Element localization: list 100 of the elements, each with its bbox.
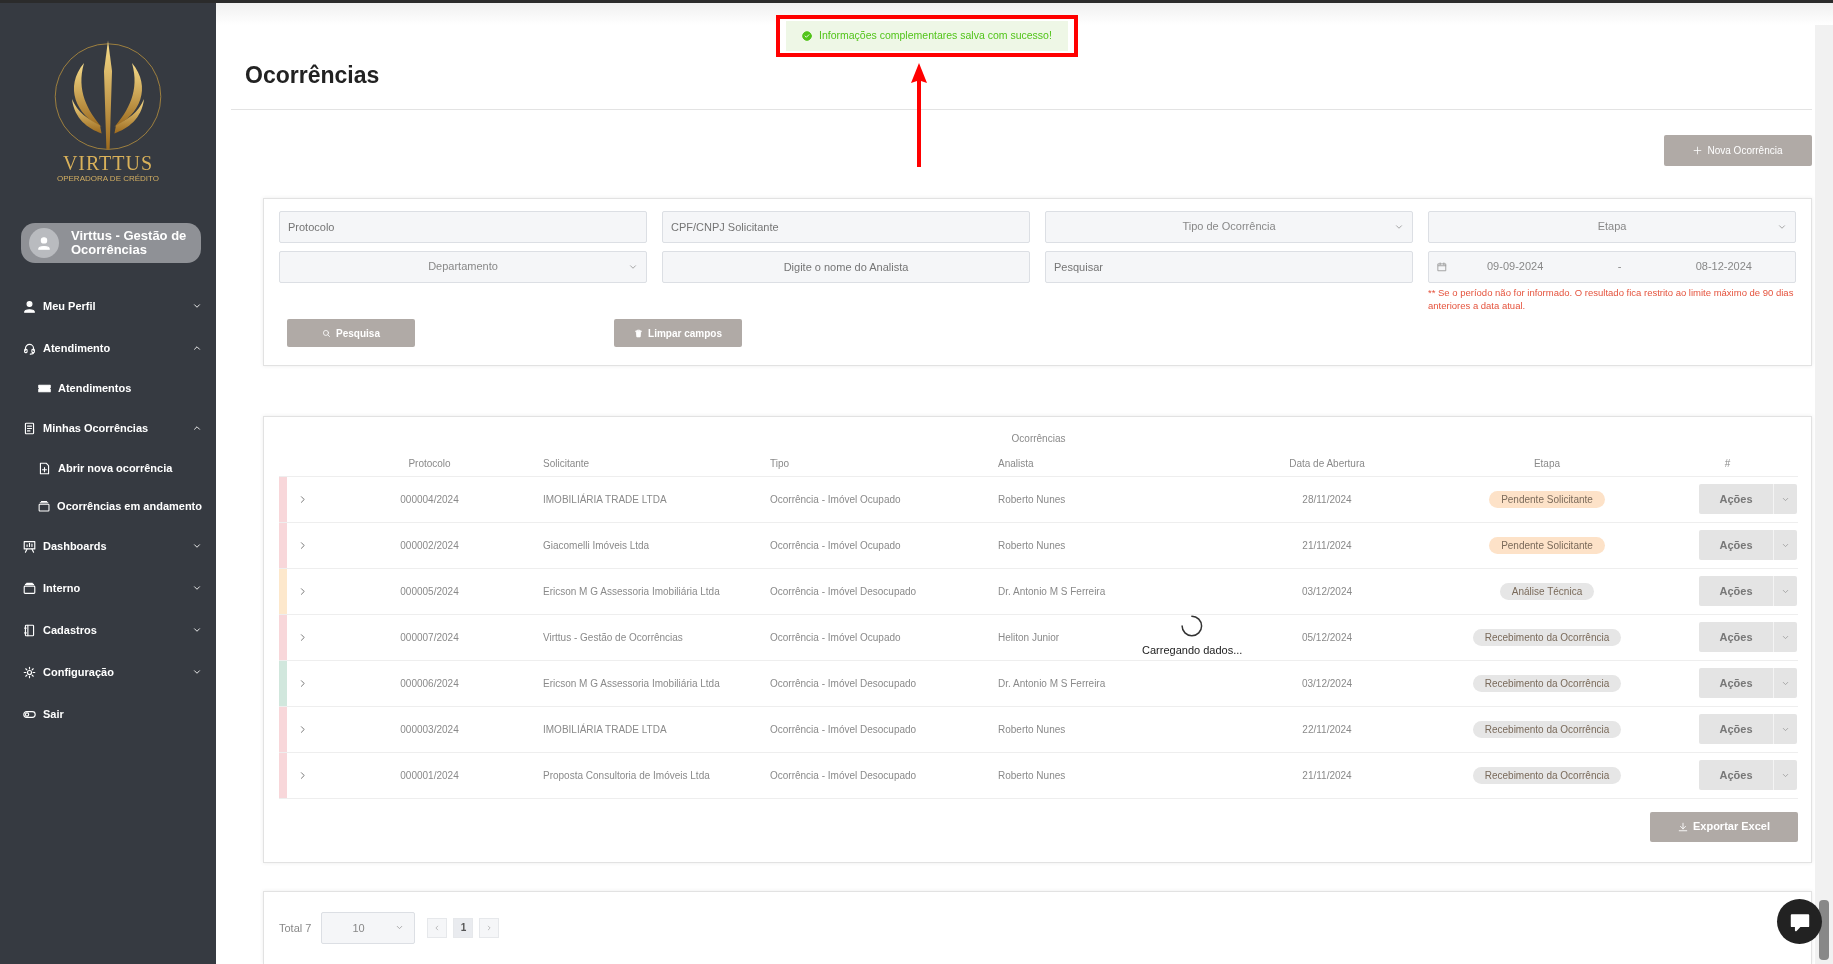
actions-dropdown-toggle[interactable]	[1773, 530, 1797, 561]
date-range-note: ** Se o período não for informado. O resultado fica restrito ao limite máximo de 90 dias anteriores a data atual.	[1428, 285, 1795, 314]
stage-badge: Pendente Solicitante	[1489, 536, 1605, 554]
stage-badge: Pendente Solicitante	[1489, 490, 1605, 508]
table-cell: IMOBILIÁRIA TRADE LTDA	[542, 476, 769, 523]
column-header: Tipo	[769, 452, 997, 477]
user-name: Virttus - Gestão de Ocorrências	[71, 228, 188, 258]
table-cell: Virttus - Gestão de Ocorrências	[542, 614, 769, 661]
table-cell: Ocorrência - Imóvel Desocupado	[769, 706, 997, 753]
actions-dropdown-toggle[interactable]	[1773, 668, 1797, 699]
table-cell: 21/11/2024	[1217, 522, 1437, 569]
user-profile-card[interactable]: Virttus - Gestão de Ocorrências	[21, 223, 201, 263]
table-cell: Dr. Antonio M S Ferreira	[997, 660, 1217, 707]
table-cell: Ocorrência - Imóvel Ocupado	[769, 614, 997, 661]
toast-message: Informações complementares salva com sucesso!	[819, 28, 1052, 43]
actions-dropdown-toggle[interactable]	[1773, 760, 1797, 791]
page-button[interactable]: 1	[453, 917, 474, 938]
sidebar-subitem[interactable]: Ocorrências em andamento	[0, 487, 216, 525]
table-cell: 21/11/2024	[1217, 752, 1437, 799]
table-cell: Ericson M G Assessoria Imobiliária Ltda	[542, 660, 769, 707]
search-icon	[322, 328, 332, 338]
table-cell: 28/11/2024	[1217, 476, 1437, 523]
stage-badge: Recebimento da Ocorrência	[1472, 674, 1622, 692]
column-header: Etapa	[1437, 452, 1657, 477]
date-range-field[interactable]: 09-09-2024 - 08-12-2024	[1428, 250, 1796, 283]
sidebar-item[interactable]: Dashboards	[0, 525, 216, 567]
chevron-right-icon	[486, 923, 493, 932]
select-field[interactable]: Departamento	[279, 250, 647, 283]
table-cell: 000001/2024	[317, 752, 542, 799]
input-field[interactable]: Protocolo	[279, 210, 647, 243]
table-cell: IMOBILIÁRIA TRADE LTDA	[542, 706, 769, 753]
next-page-button[interactable]	[479, 917, 500, 938]
actions-button[interactable]: Ações	[1699, 714, 1773, 745]
table-cell: 000002/2024	[317, 522, 542, 569]
input-field[interactable]: Pesquisar	[1045, 250, 1413, 283]
date-end: 08-12-2024	[1695, 259, 1752, 275]
logo-tagline: OPERADORA DE CRÉDITO	[56, 175, 160, 183]
actions-dropdown-toggle[interactable]	[1773, 714, 1797, 745]
actions-dropdown-toggle[interactable]	[1773, 622, 1797, 653]
column-header: Data de Abertura	[1217, 452, 1437, 477]
table-cell: 000005/2024	[317, 568, 542, 615]
settings-icon	[23, 665, 36, 679]
search-button[interactable]: Pesquisa	[287, 319, 415, 348]
table-cell: Roberto Nunes	[997, 522, 1217, 569]
table-cell: 03/12/2024	[1217, 660, 1437, 707]
clear-button[interactable]: Limpar campos	[614, 319, 742, 348]
actions-button[interactable]: Ações	[1699, 530, 1773, 561]
page-title: Ocorrências	[245, 61, 381, 90]
table-cell: Ocorrência - Imóvel Desocupado	[769, 752, 997, 799]
sidebar-subitem[interactable]: Abrir nova ocorrência	[0, 449, 216, 487]
page-size-select[interactable]: 10	[321, 911, 416, 944]
export-excel-button[interactable]: Exportar Excel	[1650, 811, 1798, 842]
sidebar-item[interactable]: Sair	[0, 693, 216, 735]
date-separator: -	[1617, 259, 1622, 275]
sidebar-item[interactable]: Cadastros	[0, 609, 216, 651]
previous-page-button[interactable]	[427, 917, 448, 938]
table-cell: 22/11/2024	[1217, 706, 1437, 753]
table-cell: Dr. Antonio M S Ferreira	[997, 568, 1217, 615]
stage-badge: Recebimento da Ocorrência	[1472, 720, 1622, 738]
sidebar-item[interactable]: Atendimento	[0, 327, 216, 369]
new-occurrence-button[interactable]: Nova Ocorrência	[1664, 134, 1812, 166]
chevron-left-icon	[434, 923, 441, 932]
document-icon	[23, 421, 36, 435]
table-cell: 000006/2024	[317, 660, 542, 707]
table-cell: Giacomelli Imóveis Ltda	[542, 522, 769, 569]
loading-text: Carregando dados...	[1142, 643, 1243, 659]
select-field[interactable]: Etapa	[1428, 210, 1796, 243]
user-avatar-icon	[37, 236, 51, 250]
input-field[interactable]: Digite o nome do Analista	[662, 250, 1030, 283]
table-cell: 000003/2024	[317, 706, 542, 753]
tray-icon	[23, 581, 36, 595]
sidebar-subitem[interactable]: Atendimentos	[0, 369, 216, 407]
actions-button[interactable]: Ações	[1699, 622, 1773, 653]
sidebar-item[interactable]: Minhas Ocorrências	[0, 407, 216, 449]
logo-text: VIRTTUS	[62, 153, 154, 173]
table-cell: Roberto Nunes	[997, 706, 1217, 753]
download-icon	[1677, 821, 1688, 832]
actions-dropdown-toggle[interactable]	[1773, 484, 1797, 515]
total-count: Total 7	[279, 920, 312, 936]
sidebar-item[interactable]: Meu Perfil	[0, 285, 216, 327]
person-icon	[23, 299, 36, 313]
actions-button[interactable]: Ações	[1699, 484, 1773, 515]
stage-badge: Recebimento da Ocorrência	[1472, 766, 1622, 784]
loading-spinner-icon	[1180, 614, 1205, 639]
column-header: Solicitante	[542, 452, 769, 477]
table-cell: Roberto Nunes	[997, 752, 1217, 799]
input-field[interactable]: CPF/CNPJ Solicitante	[662, 210, 1030, 243]
table-cell: Proposta Consultoria de Imóveis Ltda	[542, 752, 769, 799]
actions-button[interactable]: Ações	[1699, 668, 1773, 699]
table-cell: Ocorrência - Imóvel Ocupado	[769, 476, 997, 523]
column-header: #	[1657, 452, 1798, 477]
actions-button[interactable]: Ações	[1699, 576, 1773, 607]
actions-dropdown-toggle[interactable]	[1773, 576, 1797, 607]
tray-icon	[38, 499, 51, 513]
sidebar-item[interactable]: Interno	[0, 567, 216, 609]
column-header: Analista	[997, 452, 1217, 477]
select-field[interactable]: Tipo de Ocorrência	[1045, 210, 1413, 243]
sidebar-item[interactable]: Configuração	[0, 651, 216, 693]
actions-button[interactable]: Ações	[1699, 760, 1773, 791]
calendar-icon	[1437, 261, 1447, 272]
